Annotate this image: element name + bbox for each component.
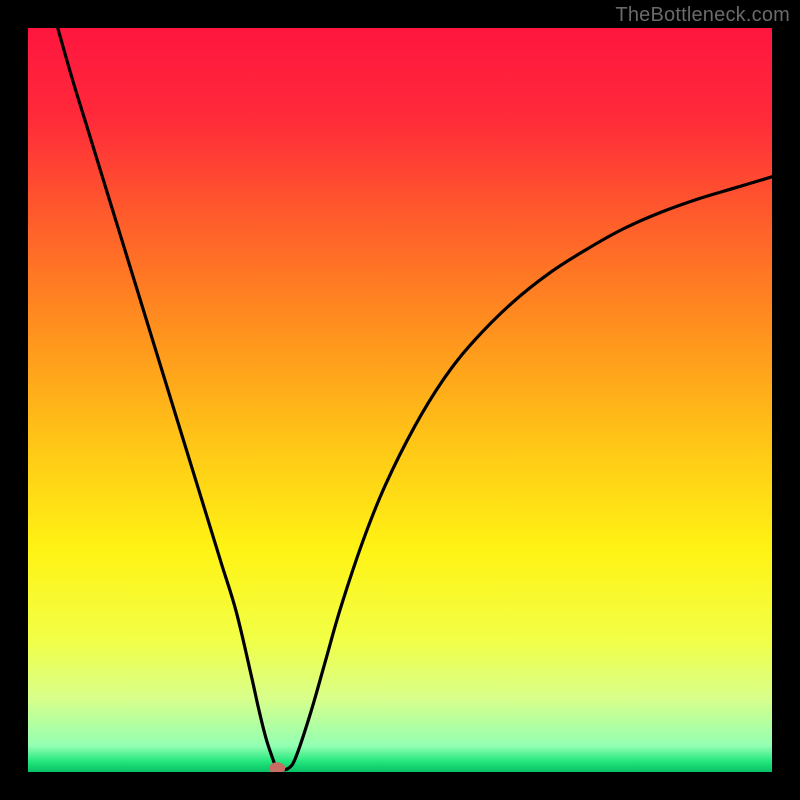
bottleneck-curve-chart	[28, 28, 772, 772]
gradient-background	[28, 28, 772, 772]
watermark-text: TheBottleneck.com	[615, 4, 790, 27]
chart-frame	[28, 28, 772, 772]
